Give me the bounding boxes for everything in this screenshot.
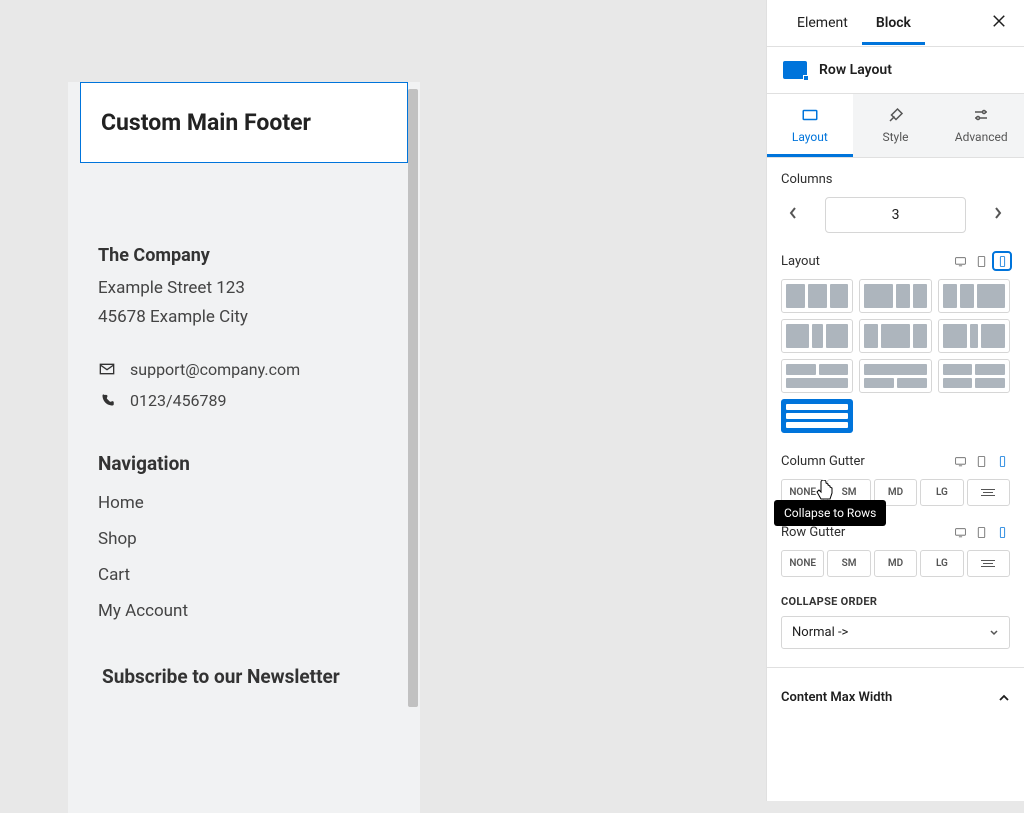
envelope-icon — [98, 361, 116, 377]
rgutter-sm[interactable]: SM — [827, 550, 870, 577]
nav-item[interactable]: Home — [98, 493, 390, 513]
company-city: 45678 Example City — [98, 303, 390, 332]
layout-center-wide[interactable] — [859, 319, 931, 353]
nav-heading: Navigation — [98, 452, 390, 475]
layout-center-thin[interactable] — [938, 319, 1010, 353]
content-max-width-section[interactable]: Content Max Width — [767, 674, 1024, 721]
layout-top-split[interactable] — [781, 359, 853, 393]
editor-canvas: Custom Main Footer The Company Example S… — [0, 0, 766, 801]
layout-outer-wide[interactable] — [781, 319, 853, 353]
nav-list: Home Shop Cart My Account — [98, 493, 390, 621]
nav-item[interactable]: Cart — [98, 565, 390, 585]
panel-body: Columns 3 Layout — [767, 158, 1024, 674]
device-desktop-icon[interactable] — [952, 524, 968, 540]
device-tablet-icon[interactable] — [973, 253, 989, 269]
collapse-order-label: COLLAPSE ORDER — [781, 595, 1010, 608]
tab-element[interactable]: Element — [783, 1, 862, 45]
columns-label: Columns — [781, 172, 1010, 187]
contact-email: support@company.com — [130, 360, 300, 379]
block-header: Row Layout — [767, 47, 1024, 94]
layout-left-wide[interactable] — [859, 279, 931, 313]
chevron-up-icon — [998, 692, 1010, 704]
rgutter-custom[interactable] — [967, 550, 1010, 577]
gutter-lg[interactable]: LG — [920, 479, 963, 506]
mode-advanced[interactable]: Advanced — [938, 94, 1024, 157]
tab-block[interactable]: Block — [862, 1, 925, 45]
layout-equal[interactable] — [781, 279, 853, 313]
nav-item[interactable]: My Account — [98, 601, 390, 621]
row-gutter-label: Row Gutter — [781, 525, 845, 540]
newsletter-heading: Subscribe to our Newsletter — [98, 663, 390, 692]
rgutter-md[interactable]: MD — [874, 550, 917, 577]
rgutter-lg[interactable]: LG — [920, 550, 963, 577]
column-gutter-label: Column Gutter — [781, 454, 865, 469]
company-street: Example Street 123 — [98, 274, 390, 303]
device-desktop-icon[interactable] — [952, 453, 968, 469]
nav-item[interactable]: Shop — [98, 529, 390, 549]
mobile-preview-panel: Custom Main Footer The Company Example S… — [68, 82, 420, 813]
mode-tabs: Layout Style Advanced — [767, 94, 1024, 158]
layout-grid-2x2[interactable] — [938, 359, 1010, 393]
device-tablet-icon[interactable] — [973, 524, 989, 540]
chevron-down-icon — [989, 628, 999, 638]
layout-tooltip: Collapse to Rows — [774, 500, 886, 526]
device-mobile-icon[interactable] — [994, 253, 1010, 269]
columns-increase[interactable] — [986, 199, 1010, 231]
rgutter-none[interactable]: NONE — [781, 550, 824, 577]
block-name: Row Layout — [819, 62, 892, 78]
collapse-order-select[interactable]: Normal -> — [781, 616, 1010, 649]
phone-icon — [98, 393, 116, 408]
device-mobile-icon[interactable] — [994, 524, 1010, 540]
settings-sidebar: Element Block Row Layout Layout Style Ad… — [766, 0, 1024, 801]
sidebar-tabs: Element Block — [767, 0, 1024, 47]
collapse-order-value: Normal -> — [792, 625, 848, 640]
preview-scrollbar[interactable] — [408, 89, 418, 707]
footer-title: Custom Main Footer — [101, 109, 393, 136]
mode-layout[interactable]: Layout — [767, 94, 853, 157]
footer-content: The Company Example Street 123 45678 Exa… — [68, 221, 420, 691]
selected-block-outline[interactable]: Custom Main Footer — [80, 82, 408, 163]
content-max-width-label: Content Max Width — [781, 690, 892, 705]
row-layout-icon — [783, 61, 807, 79]
close-icon[interactable] — [982, 4, 1016, 43]
device-tablet-icon[interactable] — [973, 453, 989, 469]
layout-collapse-rows[interactable] — [781, 399, 853, 433]
device-mobile-icon[interactable] — [994, 453, 1010, 469]
layout-options-grid — [781, 279, 1010, 393]
mode-style[interactable]: Style — [853, 94, 939, 157]
contact-phone: 0123/456789 — [130, 391, 227, 410]
company-heading: The Company — [98, 245, 390, 266]
device-desktop-icon[interactable] — [952, 253, 968, 269]
gutter-custom[interactable] — [967, 479, 1010, 506]
layout-right-wide[interactable] — [938, 279, 1010, 313]
layout-bottom-split[interactable] — [859, 359, 931, 393]
layout-label: Layout — [781, 254, 820, 269]
columns-input[interactable]: 3 — [825, 197, 966, 233]
columns-decrease[interactable] — [781, 199, 805, 231]
